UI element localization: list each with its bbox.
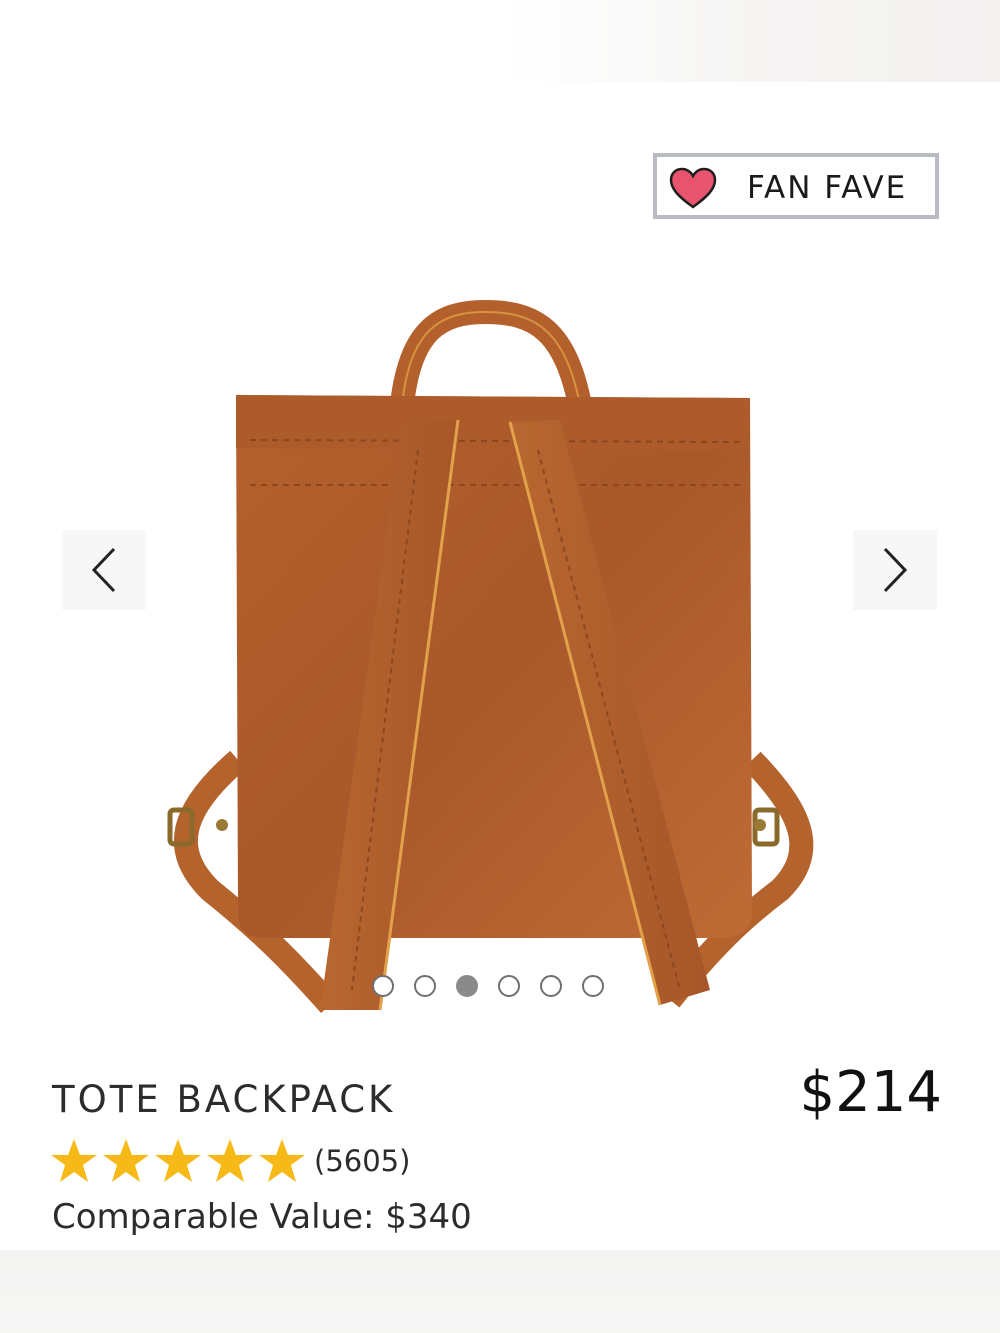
chevron-right-icon (883, 547, 908, 593)
header-band (0, 0, 1000, 82)
gallery-prev-button[interactable] (62, 530, 146, 610)
star-icon (51, 1139, 97, 1182)
gallery-dot-active[interactable] (456, 975, 478, 997)
badge-label: FAN FAVE (747, 170, 908, 206)
gallery-next-button[interactable] (853, 530, 937, 610)
product-price: $214 (799, 1060, 942, 1125)
star-icon (155, 1139, 201, 1182)
review-count[interactable]: (5605) (314, 1141, 410, 1181)
gallery-dot[interactable] (372, 975, 394, 997)
star-icon (207, 1139, 253, 1182)
comparable-label: Comparable Value: (52, 1197, 386, 1237)
product-card: FAN FAVE TOTE BACKPACK $214 (5605) Compa… (0, 0, 1000, 1333)
comparable-price: $340 (385, 1197, 472, 1237)
gallery-dot[interactable] (498, 975, 520, 997)
heart-icon (669, 167, 717, 209)
gallery-dot[interactable] (582, 975, 604, 997)
chevron-left-icon (91, 547, 116, 593)
star-icon (259, 1139, 305, 1182)
product-name[interactable]: TOTE BACKPACK (52, 1078, 395, 1122)
gallery-dot[interactable] (540, 975, 562, 997)
fan-fave-badge: FAN FAVE (653, 153, 939, 219)
comparable-value: Comparable Value: $340 (52, 1194, 472, 1240)
star-icon (103, 1139, 149, 1182)
product-rating[interactable]: (5605) (50, 1138, 410, 1184)
gallery-dots (372, 975, 604, 1001)
gallery-dot[interactable] (414, 975, 436, 997)
product-image[interactable] (140, 290, 860, 1030)
star-rating (50, 1138, 306, 1184)
footer-band (0, 1250, 1000, 1333)
